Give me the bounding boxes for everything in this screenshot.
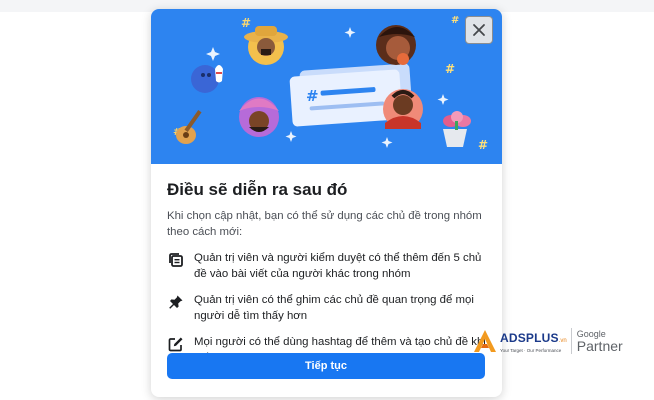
- feature-text: Quản trị viên có thể ghim các chủ đề qua…: [194, 294, 474, 322]
- dialog-title: Điều sẽ diễn ra sau đó: [167, 180, 348, 199]
- hero-artwork: # # # # # #: [173, 15, 488, 152]
- adsplus-google-partner-watermark: ADSPLUS.vn Your Target · Our Performance…: [472, 326, 652, 356]
- adsplus-logo-icon: [474, 330, 496, 352]
- svg-text:#: #: [241, 16, 251, 30]
- feature-item: Quản trị viên và người kiểm duyệt có thể…: [167, 250, 487, 282]
- copy-posts-icon: [167, 251, 185, 269]
- topics-update-dialog: # # # # # #: [151, 9, 502, 397]
- feature-text: Quản trị viên và người kiểm duyệt có thể…: [194, 252, 482, 280]
- svg-text:#: #: [451, 15, 459, 26]
- svg-text:#: #: [306, 87, 319, 105]
- dialog-intro: Khi chọn cập nhật, bạn có thể sử dụng cá…: [167, 210, 482, 238]
- svg-text:#: #: [478, 138, 488, 152]
- pin-icon: [167, 293, 185, 311]
- feature-item: Quản trị viên có thể ghim các chủ đề qua…: [167, 292, 487, 324]
- close-button[interactable]: [465, 16, 493, 44]
- continue-button[interactable]: Tiếp tục: [167, 353, 485, 379]
- hero-illustration: # # # # # #: [151, 9, 502, 164]
- watermark-divider: [570, 328, 572, 354]
- adsplus-tagline: Your Target · Our Performance: [500, 348, 562, 353]
- dialog-body: Điều sẽ diễn ra sau đó Khi chọn cập nhật…: [167, 179, 487, 366]
- google-partner-badge: Google Partner: [576, 328, 623, 354]
- edit-icon: [167, 335, 185, 353]
- close-icon: [473, 24, 485, 36]
- svg-text:#: #: [445, 62, 455, 76]
- adsplus-brand: ADSPLUS.vn Your Target · Our Performance: [500, 331, 567, 353]
